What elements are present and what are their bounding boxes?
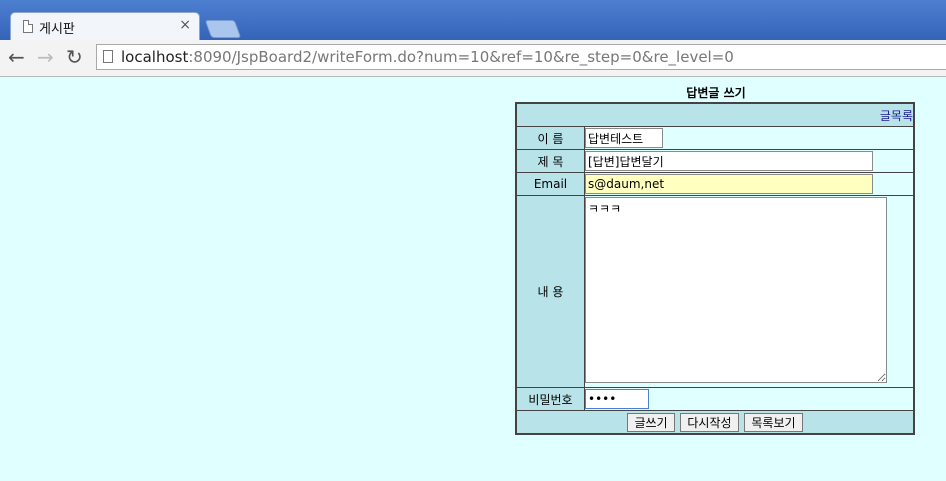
close-icon[interactable]: ×	[179, 17, 191, 33]
page-icon	[103, 50, 113, 63]
page-icon	[23, 20, 33, 33]
back-arrow-icon[interactable]: ←	[8, 46, 25, 68]
submit-button[interactable]: 글쓰기	[627, 412, 675, 432]
address-bar[interactable]: localhost:8090/JspBoard2/writeForm.do?nu…	[96, 44, 946, 70]
browser-tab[interactable]: 게시판 ×	[10, 12, 200, 40]
password-label: 비밀번호	[515, 387, 585, 411]
email-field[interactable]	[585, 174, 873, 194]
url-host: localhost	[121, 48, 189, 66]
browser-tabstrip: 게시판 ×	[0, 0, 946, 40]
name-field[interactable]	[585, 128, 663, 148]
new-tab-button[interactable]	[204, 20, 242, 38]
name-label: 이 름	[515, 126, 585, 150]
list-link[interactable]: 글목록	[880, 109, 913, 123]
subject-field[interactable]	[585, 151, 873, 171]
content-textarea[interactable]: ㅋㅋㅋ	[585, 197, 887, 383]
reload-icon[interactable]: ↻	[66, 46, 83, 68]
tab-title: 게시판	[39, 22, 75, 37]
list-link-row: 글목록	[515, 102, 915, 127]
content-label: 내 용	[515, 195, 585, 388]
subject-label: 제 목	[515, 149, 585, 173]
password-field[interactable]	[585, 389, 649, 409]
list-button[interactable]: 목록보기	[744, 412, 803, 432]
button-row: 글쓰기 다시작성 목록보기	[515, 410, 915, 435]
browser-toolbar: ← → ↻ localhost:8090/JspBoard2/writeForm…	[0, 40, 946, 77]
email-label: Email	[515, 172, 585, 196]
reset-button[interactable]: 다시작성	[680, 412, 739, 432]
page-title: 답변글 쓰기	[686, 86, 746, 100]
write-form-table: 글목록 이 름 제 목 Email 내 용 ㅋㅋㅋ 비밀번호 글쓰기 다시작	[515, 102, 915, 435]
url-text: localhost:8090/JspBoard2/writeForm.do?nu…	[121, 48, 734, 66]
forward-arrow-icon[interactable]: →	[37, 46, 54, 68]
url-path: :8090/JspBoard2/writeForm.do?num=10&ref=…	[188, 48, 734, 66]
